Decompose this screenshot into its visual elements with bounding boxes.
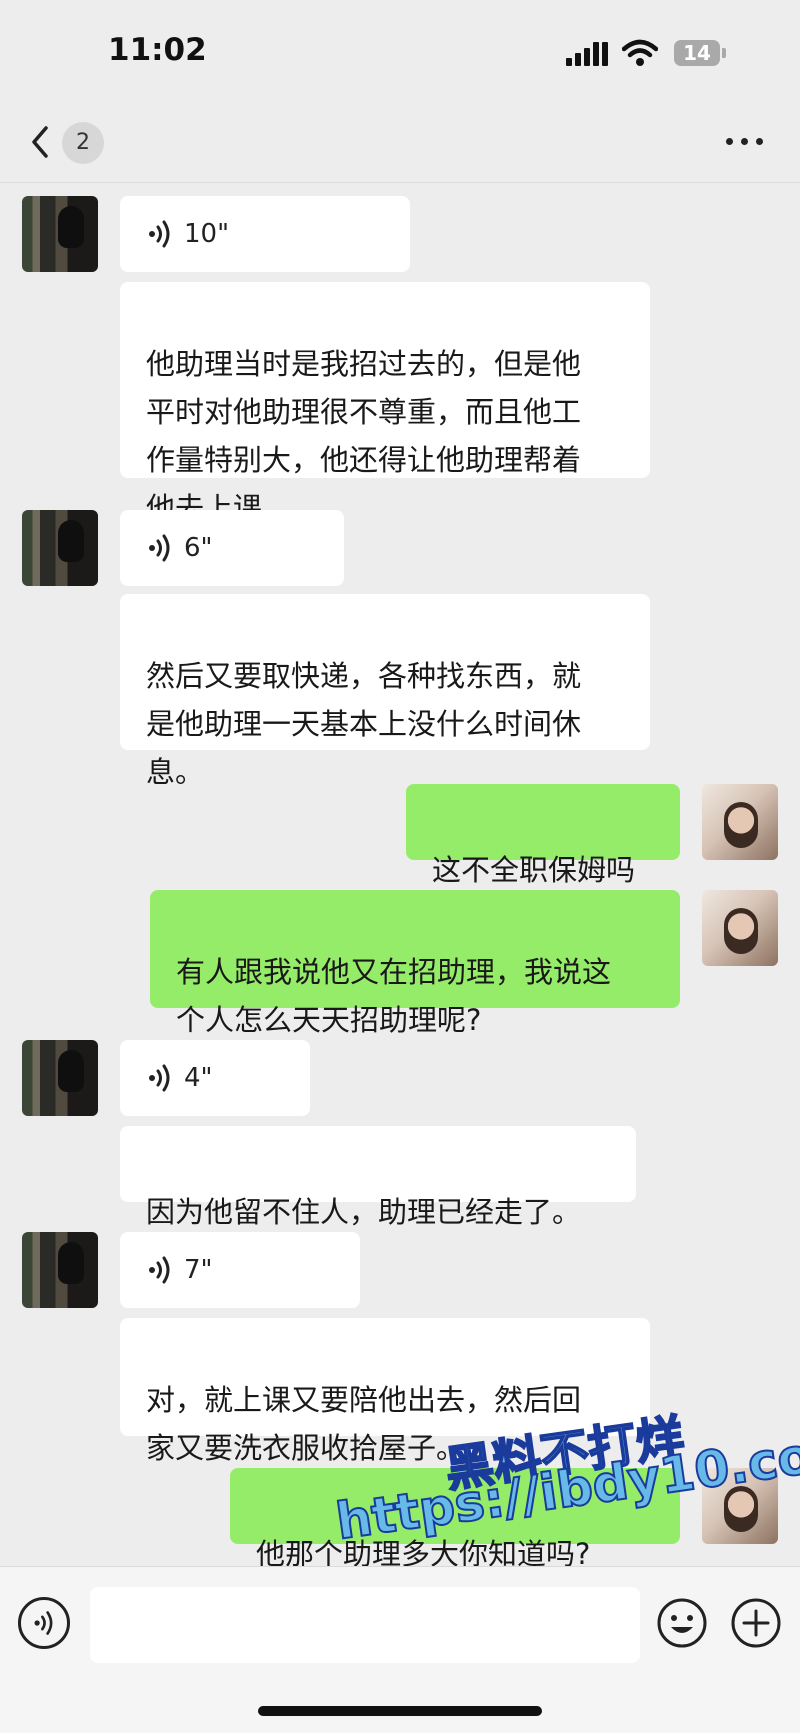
emoji-icon[interactable]: [656, 1597, 708, 1649]
message-bubble-incoming[interactable]: 然后又要取快递，各种找东西，就 是他助理一天基本上没什么时间休 息。: [120, 594, 650, 789]
message-text: 他助理当时是我招过去的，但是他 平时对他助理很不尊重，而且他工 作量特别大，他还…: [146, 347, 582, 525]
contact-avatar[interactable]: [22, 1040, 98, 1116]
chat-header: 2: [0, 100, 800, 183]
voice-duration: 6": [184, 533, 213, 563]
voice-input-toggle[interactable]: [18, 1597, 70, 1649]
more-options-icon[interactable]: [726, 136, 766, 148]
voice-wave-icon: [149, 220, 170, 248]
voice-message[interactable]: 10": [120, 196, 410, 272]
voice-message[interactable]: 4": [120, 1040, 310, 1116]
contact-avatar[interactable]: [22, 196, 98, 272]
home-indicator: [258, 1706, 542, 1716]
voice-wave-icon: [149, 1256, 170, 1284]
voice-wave-icon: [149, 534, 170, 562]
battery-tip: [722, 48, 726, 58]
message-bubble-outgoing[interactable]: 有人跟我说他又在招助理，我说这 个人怎么天天招助理呢?: [150, 890, 680, 1037]
message-bubble-outgoing[interactable]: 他那个助理多大你知道吗?: [230, 1468, 680, 1571]
self-avatar[interactable]: [702, 1468, 778, 1544]
contact-avatar[interactable]: [22, 1232, 98, 1308]
voice-message[interactable]: 6": [120, 510, 344, 586]
wifi-icon: [622, 39, 658, 66]
voice-wave-icon: [34, 1611, 53, 1635]
message-text: 有人跟我说他又在招助理，我说这 个人怎么天天招助理呢?: [176, 955, 612, 1037]
message-input[interactable]: [90, 1587, 640, 1663]
unread-count-badge[interactable]: 2: [62, 122, 104, 164]
contact-avatar[interactable]: [22, 510, 98, 586]
signal-icon: [566, 42, 608, 66]
message-bubble-incoming[interactable]: 他助理当时是我招过去的，但是他 平时对他助理很不尊重，而且他工 作量特别大，他还…: [120, 282, 650, 525]
plus-icon[interactable]: [730, 1597, 782, 1649]
status-bar: 11:02 14: [0, 0, 800, 100]
status-time: 11:02: [108, 32, 207, 68]
voice-duration: 7": [184, 1255, 213, 1285]
voice-duration: 10": [184, 219, 230, 249]
battery-indicator: 14: [674, 40, 720, 66]
message-text: 然后又要取快递，各种找东西，就 是他助理一天基本上没什么时间休 息。: [146, 659, 582, 789]
message-bubble-incoming[interactable]: 因为他留不住人，助理已经走了。: [120, 1126, 636, 1229]
message-text: 这不全职保姆吗: [432, 853, 636, 887]
self-avatar[interactable]: [702, 784, 778, 860]
message-text: 因为他留不住人，助理已经走了。: [146, 1195, 582, 1229]
back-chevron-icon[interactable]: [26, 122, 56, 162]
message-bubble-incoming[interactable]: 对，就上课又要陪他出去，然后回 家又要洗衣服收拾屋子。: [120, 1318, 650, 1465]
message-text: 对，就上课又要陪他出去，然后回 家又要洗衣服收拾屋子。: [146, 1383, 582, 1465]
voice-message[interactable]: 7": [120, 1232, 360, 1308]
message-bubble-outgoing[interactable]: 这不全职保姆吗: [406, 784, 680, 887]
voice-duration: 4": [184, 1063, 213, 1093]
voice-wave-icon: [149, 1064, 170, 1092]
self-avatar[interactable]: [702, 890, 778, 966]
